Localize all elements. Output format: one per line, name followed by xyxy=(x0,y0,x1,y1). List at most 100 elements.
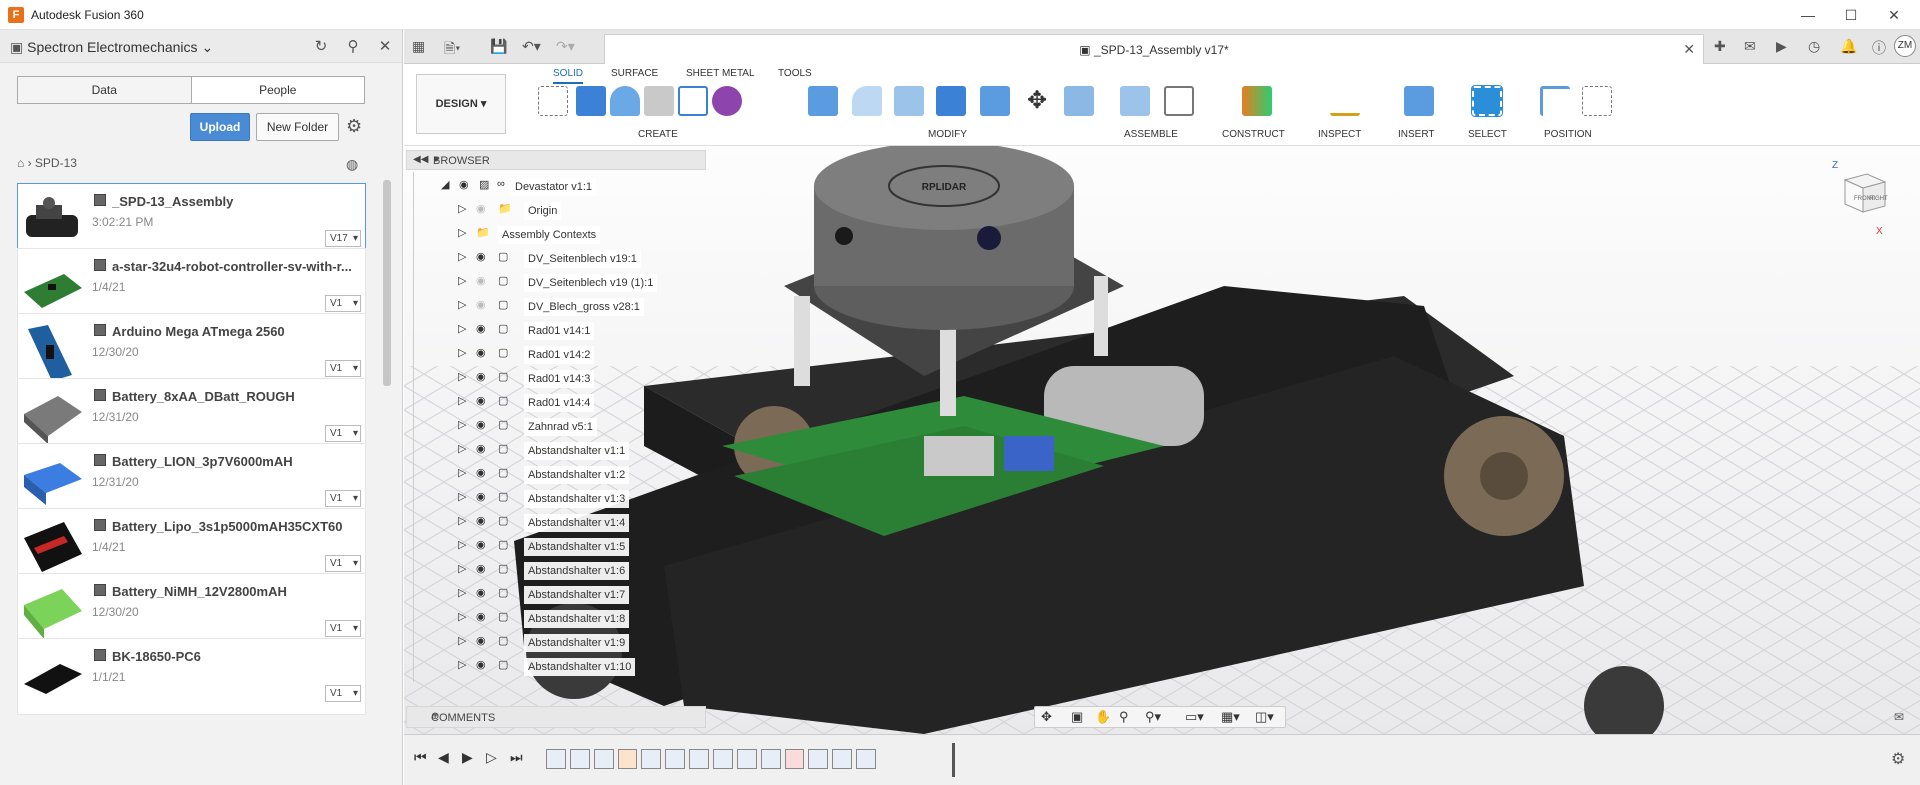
grid-settings-icon[interactable]: ▦▾ xyxy=(1221,709,1240,725)
redo-icon[interactable]: ↷▾ xyxy=(556,38,575,55)
measure-icon[interactable] xyxy=(1330,86,1360,116)
joint-feature-icon[interactable] xyxy=(760,749,781,769)
comment-icon[interactable]: ✉ xyxy=(1894,710,1904,724)
orbit-icon[interactable]: ✥ xyxy=(1041,709,1052,725)
visibility-eye-icon[interactable]: ◉ xyxy=(476,490,486,503)
visibility-eye-icon[interactable]: ◉ xyxy=(476,442,486,455)
insert-image-icon[interactable] xyxy=(1404,86,1434,116)
expand-icon[interactable]: ▷ xyxy=(458,586,466,599)
version-select[interactable]: V1 ▾ xyxy=(325,685,361,702)
document-tab[interactable]: ▣ _SPD-13_Assembly v17* ✕ xyxy=(604,34,1704,64)
refresh-icon[interactable]: ↻ xyxy=(311,37,331,57)
expand-icon[interactable]: ▷ xyxy=(458,490,466,503)
workspace-switcher[interactable]: DESIGN ▾ xyxy=(416,74,506,134)
joint-feature-icon[interactable] xyxy=(856,749,877,769)
visibility-eye-icon[interactable]: ◉ xyxy=(476,538,486,551)
go-to-end-icon[interactable]: ⏭ xyxy=(510,749,523,766)
close-tab-icon[interactable]: ✕ xyxy=(1683,41,1695,58)
notifications-icon[interactable]: 🔔 xyxy=(1840,38,1857,55)
viewports-icon[interactable]: ◫▾ xyxy=(1255,709,1274,725)
breadcrumb-project[interactable]: SPD-13 xyxy=(35,156,77,170)
version-select[interactable]: V1 ▾ xyxy=(325,490,361,507)
select-icon[interactable] xyxy=(1471,85,1503,117)
chamfer-icon[interactable] xyxy=(894,86,924,116)
expand-icon[interactable]: ▷ xyxy=(458,202,466,215)
joint-feature-icon[interactable] xyxy=(546,749,566,769)
inspect-menu[interactable]: INSPECT xyxy=(1318,129,1361,140)
visibility-eye-icon[interactable]: ◉ xyxy=(476,250,486,263)
align-icon[interactable] xyxy=(1064,86,1094,116)
move-icon[interactable]: ✥ xyxy=(1022,86,1052,116)
visibility-eye-icon[interactable]: ◉ xyxy=(476,202,486,215)
viewport-3d[interactable]: RPLIDAR xyxy=(404,142,1920,746)
grid-menu-icon[interactable]: ▦ xyxy=(412,38,425,55)
view-cube[interactable]: FRONT RIGHT xyxy=(1837,168,1889,220)
shell-icon[interactable] xyxy=(936,86,966,116)
expand-icon[interactable]: ▷ xyxy=(458,274,466,287)
chat-icon[interactable]: ✉ xyxy=(1744,38,1756,55)
visibility-eye-icon[interactable]: ◉ xyxy=(476,610,486,623)
visibility-eye-icon[interactable]: ◉ xyxy=(476,466,486,479)
play-icon[interactable]: ▶ xyxy=(462,749,473,766)
joint-icon[interactable] xyxy=(1164,86,1194,116)
gear-icon[interactable]: ⚙ xyxy=(346,116,362,137)
visibility-eye-icon[interactable]: ◉ xyxy=(476,634,486,647)
tab-sheet-metal[interactable]: SHEET METAL xyxy=(686,68,755,79)
construct-menu[interactable]: CONSTRUCT xyxy=(1222,129,1285,140)
extensions-icon[interactable]: ▶ xyxy=(1776,38,1787,55)
visibility-eye-icon[interactable]: ◉ xyxy=(476,418,486,431)
new-tab-icon[interactable]: ✚ xyxy=(1714,38,1726,55)
avatar[interactable]: ZM xyxy=(1894,35,1916,57)
go-to-start-icon[interactable]: ⏮ xyxy=(414,749,427,766)
joint-feature-icon[interactable] xyxy=(665,749,686,769)
expand-icon[interactable]: ▷ xyxy=(458,610,466,623)
version-select[interactable]: V1 ▾ xyxy=(325,555,361,572)
revolve-icon[interactable] xyxy=(610,86,640,116)
version-select[interactable]: V1 ▾ xyxy=(325,425,361,442)
position-feature-icon[interactable] xyxy=(593,749,614,769)
select-menu[interactable]: SELECT xyxy=(1468,129,1507,140)
joint-feature-icon[interactable] xyxy=(736,749,757,769)
pan-icon[interactable]: ✋ xyxy=(1095,709,1111,725)
expand-icon[interactable]: ▷ xyxy=(458,658,466,671)
visibility-eye-icon[interactable]: ◉ xyxy=(476,658,486,671)
close-panel-icon[interactable]: ✕ xyxy=(375,37,395,57)
insert-menu[interactable]: INSERT xyxy=(1398,129,1435,140)
suppressed-feature-icon[interactable] xyxy=(784,749,805,769)
modify-menu[interactable]: MODIFY xyxy=(928,129,967,140)
version-select[interactable]: V1 ▾ xyxy=(325,620,361,637)
expand-icon[interactable]: ▷ xyxy=(458,634,466,647)
extrude-icon[interactable] xyxy=(576,86,606,116)
form-icon[interactable] xyxy=(712,86,742,116)
joint-feature-icon[interactable] xyxy=(641,749,662,769)
expand-icon[interactable]: ▷ xyxy=(458,394,466,407)
visibility-eye-icon[interactable]: ◉ xyxy=(476,394,486,407)
comments-panel-header[interactable]: COMMENTS ⊕ xyxy=(406,706,706,728)
step-forward-icon[interactable]: ▷ xyxy=(486,749,497,766)
assemble-menu[interactable]: ASSEMBLE xyxy=(1124,129,1178,140)
joint-feature-icon[interactable] xyxy=(713,749,733,769)
expand-icon[interactable]: ▷ xyxy=(458,514,466,527)
revert-position-icon[interactable] xyxy=(1582,86,1612,116)
tab-solid[interactable]: SOLID xyxy=(553,68,584,84)
timeline-marker[interactable] xyxy=(952,743,955,777)
tab-surface[interactable]: SURFACE xyxy=(611,68,658,79)
job-status-icon[interactable]: ◷ xyxy=(1808,38,1820,55)
joint-feature-icon[interactable] xyxy=(569,749,590,769)
joint-feature-icon[interactable] xyxy=(808,749,829,769)
capture-position-icon[interactable] xyxy=(1540,86,1570,116)
minimize-browser-icon[interactable]: ● xyxy=(433,154,697,165)
list-item[interactable]: BK-18650-PC6 1/1/21 V1 ▾ xyxy=(17,638,366,715)
zoom-icon[interactable]: ⚲ xyxy=(1119,709,1129,725)
position-feature-icon[interactable] xyxy=(832,749,853,769)
visibility-eye-icon[interactable]: ◉ xyxy=(476,370,486,383)
expand-icon[interactable]: ▷ xyxy=(458,226,466,239)
search-icon[interactable]: ⚲ xyxy=(343,37,363,57)
undo-icon[interactable]: ↶▾ xyxy=(522,38,541,55)
visibility-eye-icon[interactable]: ◉ xyxy=(476,346,486,359)
new-folder-button[interactable]: New Folder xyxy=(256,113,339,141)
pattern-icon[interactable] xyxy=(678,86,708,116)
combine-icon[interactable] xyxy=(980,86,1010,116)
press-pull-icon[interactable] xyxy=(808,86,838,116)
create-sketch-icon[interactable] xyxy=(538,86,568,116)
